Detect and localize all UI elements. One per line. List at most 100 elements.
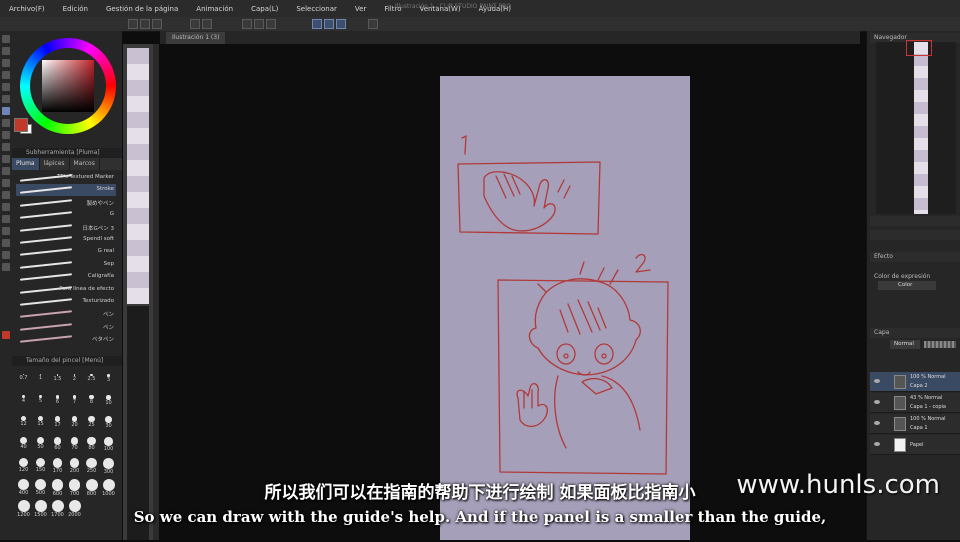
brush-icon[interactable] (2, 131, 10, 139)
brush-size-option[interactable]: 70 (67, 437, 82, 451)
tab-lapices[interactable]: lápices (40, 158, 70, 170)
menu-file[interactable]: Archivo(F) (0, 5, 54, 13)
eye-icon[interactable] (874, 442, 880, 446)
move-icon[interactable] (2, 47, 10, 55)
brush-item[interactable]: Para línea de efecto (16, 284, 116, 296)
settings-icon[interactable] (368, 19, 378, 29)
brush-size-option[interactable]: 15 (33, 416, 48, 427)
brush-size-option[interactable]: 20 (67, 416, 82, 428)
brush-item[interactable]: Sep (16, 259, 116, 271)
brush-item[interactable]: 製めやペン (16, 197, 116, 209)
brush-size-option[interactable]: 1 (33, 374, 48, 381)
brush-size-option[interactable]: 25 (84, 416, 99, 428)
brush-size-option[interactable]: 300 (101, 458, 116, 475)
menu-view[interactable]: Ver (346, 5, 375, 13)
brush-size-option[interactable]: 200 (67, 458, 82, 474)
ruler-icon[interactable] (2, 227, 10, 235)
brush-size-option[interactable]: 150 (33, 458, 48, 473)
brush-size-option[interactable]: 2 (67, 374, 82, 382)
brush-size-option[interactable]: 100 (101, 437, 116, 452)
gradient-icon[interactable] (2, 191, 10, 199)
navigator-frame[interactable] (906, 40, 932, 56)
layer-row[interactable]: 100 % Normal Capa 2 (870, 372, 960, 392)
layer-row[interactable]: Papel (870, 435, 960, 455)
eraser-icon[interactable] (2, 155, 10, 163)
brush-size-option[interactable]: 0.7 (16, 374, 31, 381)
select-icon[interactable] (2, 71, 10, 79)
eye-icon[interactable] (874, 379, 880, 383)
balloon-icon[interactable] (2, 251, 10, 259)
open-file-icon[interactable] (140, 19, 150, 29)
transform-icon[interactable] (254, 19, 264, 29)
brush-item[interactable]: ペン (16, 308, 116, 320)
frame-icon[interactable] (2, 215, 10, 223)
opacity-slider[interactable] (924, 341, 956, 348)
navigator-view[interactable] (876, 40, 956, 214)
brush-size-option[interactable]: 17 (50, 416, 65, 428)
clear-icon[interactable] (242, 19, 252, 29)
menu-animation[interactable]: Animación (187, 5, 242, 13)
new-file-icon[interactable] (128, 19, 138, 29)
brush-size-option[interactable]: 6 (50, 395, 65, 405)
text-icon[interactable] (2, 239, 10, 247)
brush-size-option[interactable]: 80 (84, 437, 99, 451)
blend-mode-select[interactable]: Normal (890, 340, 920, 349)
menu-select[interactable]: Seleccionar (287, 5, 346, 13)
color-expression-select[interactable]: Color (878, 281, 936, 290)
color-saturation-square[interactable] (42, 60, 94, 112)
brush-item[interactable]: Caligrafía (16, 271, 116, 283)
brush-size-option[interactable]: 1.5 (50, 374, 65, 382)
brush-size-option[interactable]: 10 (101, 395, 116, 406)
brush-size-option[interactable]: 2.5 (84, 374, 99, 382)
eye-icon[interactable] (874, 421, 880, 425)
brush-size-option[interactable]: 7 (67, 395, 82, 405)
zoom-icon[interactable] (2, 35, 10, 43)
navigator-zoom-bar[interactable] (870, 216, 960, 226)
airbrush-icon[interactable] (2, 143, 10, 151)
snap-ruler-icon[interactable] (312, 19, 322, 29)
left-scrollbar[interactable] (153, 44, 159, 540)
pencil-icon[interactable] (2, 119, 10, 127)
brush-size-option[interactable]: 4 (16, 395, 31, 404)
brush-item[interactable]: G (16, 209, 116, 221)
brush-size-option[interactable]: 5 (33, 395, 48, 404)
eye-icon[interactable] (874, 400, 880, 404)
snap-grid-icon[interactable] (336, 19, 346, 29)
brush-size-option[interactable]: 40 (16, 437, 31, 450)
brush-item[interactable]: Stroke (16, 184, 116, 197)
brush-item[interactable]: TT's Textured Marker (16, 172, 116, 184)
canvas-paper[interactable] (440, 76, 690, 540)
menu-layer[interactable]: Capa(L) (242, 5, 287, 13)
tab-pluma[interactable]: Pluma (12, 158, 40, 170)
brush-size-option[interactable]: 30 (101, 416, 116, 429)
navigator-rotate-bar[interactable] (870, 230, 960, 240)
tab-marcos[interactable]: Marcos (70, 158, 100, 170)
operation-icon[interactable] (2, 59, 10, 67)
brush-size-option[interactable]: 8 (84, 395, 99, 405)
main-color-swatch[interactable] (14, 118, 28, 132)
menu-edit[interactable]: Edición (54, 5, 97, 13)
brush-item[interactable]: ベタペン (16, 333, 116, 345)
menu-page[interactable]: Gestión de la página (97, 5, 187, 13)
brush-item[interactable]: ペン (16, 321, 116, 333)
snap-special-ruler-icon[interactable] (324, 19, 334, 29)
eyedropper-icon[interactable] (2, 95, 10, 103)
figure-icon[interactable] (2, 203, 10, 211)
brush-size-option[interactable]: 170 (50, 458, 65, 474)
brush-size-option[interactable]: 3 (101, 374, 116, 383)
brush-size-option[interactable]: 12 (16, 416, 31, 427)
fill-tool-icon[interactable] (2, 179, 10, 187)
canvas-tab[interactable]: Ilustración 1 (3) (166, 32, 226, 44)
brush-item[interactable]: 日本Gペン 3 (16, 222, 116, 234)
brush-size-option[interactable]: 50 (33, 437, 48, 450)
brush-item[interactable]: Spendl soft (16, 234, 116, 246)
undo-icon[interactable] (190, 19, 200, 29)
layer-row[interactable]: 100 % Normal Capa 1 (870, 414, 960, 434)
pen-icon[interactable] (2, 107, 10, 115)
brush-size-option[interactable]: 120 (16, 458, 31, 473)
main-color-icon[interactable] (2, 331, 10, 339)
layer-row[interactable]: 43 % Normal Capa 1 - copia (870, 393, 960, 413)
brush-size-option[interactable]: 60 (50, 437, 65, 451)
line-correction-icon[interactable] (2, 263, 10, 271)
fill-icon[interactable] (266, 19, 276, 29)
